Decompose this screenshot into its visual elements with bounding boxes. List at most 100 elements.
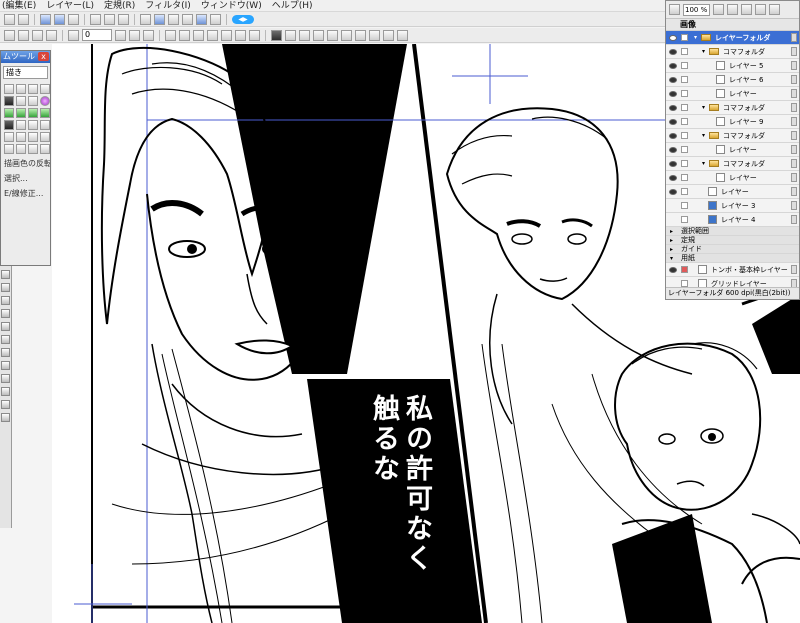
eye-icon[interactable] xyxy=(669,266,677,273)
select-option[interactable]: 選択... xyxy=(1,171,50,186)
brush-select[interactable]: 描き xyxy=(3,66,48,79)
lock-icon[interactable] xyxy=(681,188,688,195)
smudge-icon[interactable] xyxy=(28,120,38,130)
ellipse-icon[interactable] xyxy=(1,361,10,370)
eye-icon[interactable] xyxy=(669,132,677,139)
redo-icon[interactable] xyxy=(18,29,29,41)
eye-icon[interactable] xyxy=(669,146,677,153)
guide-snap-icon[interactable] xyxy=(193,29,204,41)
ruler-tool-icon[interactable] xyxy=(1,400,10,409)
layer-menu-icon[interactable] xyxy=(791,117,797,126)
tone-icon[interactable] xyxy=(168,13,179,25)
tone-brush-icon[interactable] xyxy=(4,108,14,118)
expand-icon[interactable]: ▾ xyxy=(702,48,709,55)
pencil-icon[interactable] xyxy=(1,296,10,305)
new-layer-icon[interactable] xyxy=(713,4,724,15)
expand-icon[interactable]: ▸ xyxy=(670,246,677,253)
rotate-left-icon[interactable] xyxy=(68,29,79,41)
menu-filter[interactable]: フィルタ(I) xyxy=(145,0,191,11)
lasso-icon[interactable] xyxy=(16,84,26,94)
eye-icon[interactable] xyxy=(669,34,677,41)
tone-pattern-icon[interactable] xyxy=(40,108,50,118)
lock-icon[interactable] xyxy=(681,174,688,181)
layer-menu-icon[interactable] xyxy=(791,61,797,70)
rotation-input[interactable]: 0 xyxy=(82,29,112,41)
layer-menu-icon[interactable] xyxy=(791,33,797,42)
lock-icon[interactable] xyxy=(681,132,688,139)
flip-horizontal-icon[interactable] xyxy=(129,29,140,41)
marker-icon[interactable] xyxy=(1,309,10,318)
shape-icon[interactable] xyxy=(1,348,10,357)
layer-row[interactable]: レイヤー xyxy=(666,87,799,101)
guide-display-icon[interactable] xyxy=(341,29,352,41)
menu-window[interactable]: ウィンドウ(W) xyxy=(201,0,262,11)
menu-edit[interactable]: (編集(E) xyxy=(2,0,36,11)
new-file-icon[interactable] xyxy=(4,13,15,25)
line-fix-option[interactable]: E/線修正... xyxy=(1,186,50,201)
eye-icon[interactable] xyxy=(669,104,677,111)
eye-icon[interactable] xyxy=(669,90,677,97)
lock-icon[interactable] xyxy=(681,104,688,111)
layer-row[interactable]: レイヤー 6 xyxy=(666,73,799,87)
frame-snap-icon[interactable] xyxy=(235,29,246,41)
expand-icon[interactable]: ▾ xyxy=(694,34,701,41)
text-tool-icon[interactable] xyxy=(1,335,10,344)
grid-display-icon[interactable] xyxy=(355,29,366,41)
pen-snap-icon[interactable] xyxy=(285,29,296,41)
mode-toggle[interactable]: ◀▶ xyxy=(232,14,254,24)
move-icon[interactable] xyxy=(1,270,10,279)
eraser-icon[interactable] xyxy=(40,84,50,94)
new-folder-icon[interactable] xyxy=(727,4,738,15)
delete-layer-icon[interactable] xyxy=(755,4,766,15)
rect-select-icon[interactable] xyxy=(4,84,14,94)
zoom-input[interactable]: 100 % xyxy=(683,3,710,16)
layer-menu-icon[interactable] xyxy=(791,75,797,84)
lock-icon[interactable] xyxy=(681,202,688,209)
frame-tool-icon[interactable] xyxy=(1,413,10,422)
palette-icon[interactable] xyxy=(140,13,151,25)
copy-layer-icon[interactable] xyxy=(741,4,752,15)
text-block-icon[interactable] xyxy=(4,120,14,130)
lock-icon[interactable] xyxy=(681,146,688,153)
undo-icon[interactable] xyxy=(4,29,15,41)
info-icon[interactable] xyxy=(210,13,221,25)
layer-settings-icon[interactable] xyxy=(669,4,680,15)
layer-row[interactable]: ▾ レイヤーフォルダ xyxy=(666,31,799,45)
tone-fill-icon[interactable] xyxy=(28,108,38,118)
layer-menu-icon[interactable] xyxy=(791,201,797,210)
layer-row[interactable]: ▾ コマフォルダ xyxy=(666,101,799,115)
transparency-icon[interactable] xyxy=(313,29,324,41)
flip-vertical-icon[interactable] xyxy=(143,29,154,41)
eye-icon[interactable] xyxy=(669,203,677,209)
lock-icon[interactable] xyxy=(681,160,688,167)
display-mode-icon[interactable] xyxy=(299,29,310,41)
layer-menu-icon[interactable] xyxy=(791,47,797,56)
selection-snap-icon[interactable] xyxy=(249,29,260,41)
layer-row[interactable]: レイヤー 4 xyxy=(666,213,799,227)
lock-icon[interactable] xyxy=(681,34,688,41)
ruler-snap-icon[interactable] xyxy=(179,29,190,41)
spread-view-icon[interactable] xyxy=(54,13,65,25)
expand-icon[interactable]: ▾ xyxy=(702,104,709,111)
expand-icon[interactable]: ▸ xyxy=(670,228,677,235)
brush-f-icon[interactable] xyxy=(16,144,26,154)
output-preview-icon[interactable] xyxy=(397,29,408,41)
zoom-icon[interactable] xyxy=(1,387,10,396)
page-view-icon[interactable] xyxy=(40,13,51,25)
invert-color-option[interactable]: 描画色の反転 xyxy=(1,156,50,171)
layer-menu-icon[interactable] xyxy=(791,131,797,140)
menu-ruler[interactable]: 定規(R) xyxy=(104,0,135,11)
open-file-icon[interactable] xyxy=(18,13,29,25)
layer-menu-icon[interactable] xyxy=(791,145,797,154)
expand-icon[interactable]: ▾ xyxy=(670,255,677,262)
export-icon[interactable] xyxy=(46,29,57,41)
cut-icon[interactable] xyxy=(90,13,101,25)
brush-e-icon[interactable] xyxy=(4,144,14,154)
layer-menu-icon[interactable] xyxy=(791,187,797,196)
eye-icon[interactable] xyxy=(669,118,677,125)
brush-c-icon[interactable] xyxy=(28,132,38,142)
snap-icon[interactable] xyxy=(165,29,176,41)
expand-icon[interactable]: ▾ xyxy=(702,132,709,139)
lock-icon[interactable] xyxy=(681,280,688,287)
layer-row[interactable]: ▾ コマフォルダ xyxy=(666,157,799,171)
